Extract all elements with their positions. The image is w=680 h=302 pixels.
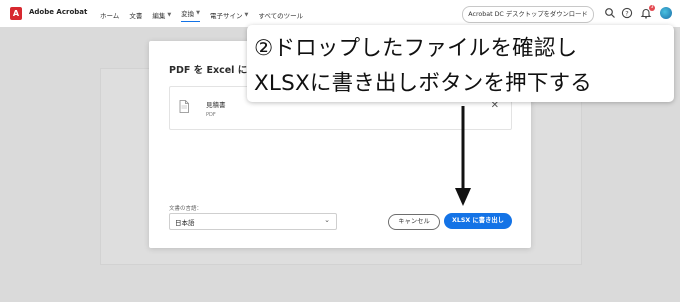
nav-esign-label: 電子サイン [210,12,243,20]
language-label: 文書の言語： [169,206,203,212]
nav-all-tools[interactable]: すべてのツール [258,8,303,22]
nav-convert[interactable]: 変換 ▼ [181,8,201,22]
language-select[interactable]: 日本語 ⌄ [169,213,337,230]
chevron-down-icon: ⌄ [324,216,330,224]
nav-documents-label: 文書 [129,12,143,20]
top-navigation-bar: A Adobe Acrobat ホーム 文書 編集 ▼ 変換 ▼ 電子サイン ▼ すべ… [0,0,680,28]
file-icon [179,100,189,113]
close-icon[interactable]: ✕ [491,101,499,111]
nav-esign[interactable]: 電子サイン ▼ [210,8,248,22]
chevron-down-icon: ▼ [167,12,172,18]
app-name[interactable]: Adobe Acrobat [29,8,87,16]
callout-line-2: XLSXに書き出しボタンを押下する [254,71,592,96]
language-value: 日本語 [175,219,195,227]
file-name: 見積書 [206,101,226,109]
nav-all-tools-label: すべてのツール [258,12,304,20]
acrobat-logo-icon[interactable]: A [10,7,22,20]
svg-text:?: ? [625,10,628,18]
instruction-callout: ②ドロップしたファイルを確認し XLSXに書き出しボタンを押下する [247,25,674,102]
avatar[interactable] [660,7,672,19]
pointer-arrow [455,106,471,206]
chevron-down-icon: ▼ [196,10,201,16]
download-desktop-button[interactable]: Acrobat DC デスクトップをダウンロード [462,6,594,23]
callout-line-1: ②ドロップしたファイルを確認し [254,36,578,61]
dialog-title: PDF を Excel に [169,65,248,76]
nav-documents[interactable]: 文書 [129,8,142,22]
help-icon[interactable]: ? [621,7,633,19]
nav-home-label: ホーム [100,12,120,20]
search-icon[interactable] [604,7,616,19]
nav-home[interactable]: ホーム [100,8,119,22]
cancel-button[interactable]: キャンセル [388,214,440,230]
nav-convert-label: 変換 [181,10,195,18]
notification-badge: 3 [649,5,655,11]
file-type: PDF [206,112,216,118]
nav-edit[interactable]: 編集 ▼ [152,8,171,22]
export-xlsx-button[interactable]: XLSX に書き出し [444,213,512,229]
chevron-down-icon: ▼ [244,12,249,18]
nav-edit-label: 編集 [152,12,166,20]
main-nav: ホーム 文書 編集 ▼ 変換 ▼ 電子サイン ▼ すべてのツール [100,8,303,22]
